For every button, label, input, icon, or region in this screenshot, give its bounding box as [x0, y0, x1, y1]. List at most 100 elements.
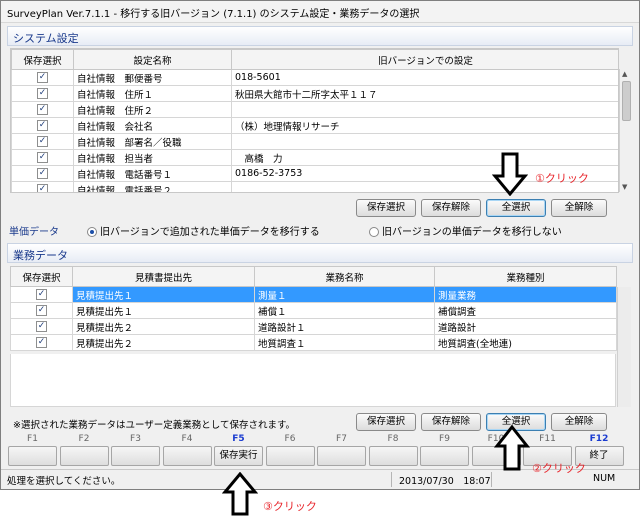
radio-unselected-icon[interactable] — [369, 227, 379, 237]
sys-save-select-button[interactable]: 保存選択 — [356, 199, 416, 217]
save-checkbox-cell[interactable]: ✓ — [11, 85, 74, 102]
scroll-down-icon[interactable]: ▼ — [622, 183, 627, 191]
business-type-cell: 道路設計 — [434, 318, 617, 335]
col-header-old-setting[interactable]: 旧バージョンでの設定 — [231, 49, 618, 70]
save-checkbox-cell[interactable]: ✓ — [11, 149, 74, 166]
fkey-button[interactable] — [368, 446, 418, 466]
fkey-f4[interactable]: F4 — [162, 433, 213, 467]
fkey-f8[interactable]: F8 — [368, 433, 419, 467]
business-table-empty-area — [10, 354, 616, 407]
radio-skip-label[interactable]: 旧バージョンの単価データを移行しない — [382, 227, 562, 238]
col-header-business-name[interactable]: 業務名称 — [254, 266, 435, 287]
table-row[interactable]: ✓ 見積提出先１ 補償１ 補償調査 — [10, 302, 617, 319]
save-checkbox-cell[interactable]: ✓ — [11, 133, 74, 150]
fkey-button[interactable] — [162, 446, 212, 466]
checkbox-checked-icon[interactable]: ✓ — [36, 305, 47, 316]
num-lock-indicator: NUM — [593, 473, 616, 484]
checkbox-checked-icon[interactable]: ✓ — [37, 184, 48, 192]
col-header-client[interactable]: 見積書提出先 — [72, 266, 255, 287]
checkbox-checked-icon[interactable]: ✓ — [37, 88, 48, 99]
fkey-button[interactable] — [265, 446, 315, 466]
status-separator — [491, 472, 492, 487]
sys-select-all-button[interactable]: 全選択 — [486, 199, 546, 217]
col-header-save[interactable]: 保存選択 — [11, 49, 74, 70]
save-checkbox-cell[interactable]: ✓ — [10, 302, 73, 319]
status-separator — [391, 472, 392, 487]
fkey-button[interactable] — [420, 446, 469, 466]
checkbox-checked-icon[interactable]: ✓ — [37, 120, 48, 131]
table-row[interactable]: ✓ 自社情報 部署名／役職 — [11, 133, 618, 150]
checkbox-checked-icon[interactable]: ✓ — [37, 104, 48, 115]
fkey-f1[interactable]: F1 — [7, 433, 58, 467]
checkbox-checked-icon[interactable]: ✓ — [37, 168, 48, 179]
business-type-cell: 地質調査(全地連) — [434, 334, 617, 351]
fkey-f3[interactable]: F3 — [110, 433, 161, 467]
fkey-label: F5 — [232, 434, 245, 444]
save-checkbox-cell[interactable]: ✓ — [11, 101, 74, 118]
table-row[interactable]: ✓ 見積提出先２ 地質調査１ 地質調査(全地連) — [10, 334, 617, 351]
system-settings-scrollbar[interactable]: ▲ ▼ — [619, 69, 633, 192]
save-checkbox-cell[interactable]: ✓ — [11, 69, 74, 86]
checkbox-checked-icon[interactable]: ✓ — [36, 289, 47, 300]
fkey-button[interactable] — [59, 446, 109, 466]
business-name-cell: 補償１ — [254, 302, 435, 319]
setting-name: 自社情報 会社名 — [73, 117, 232, 134]
save-checkbox-cell[interactable]: ✓ — [10, 318, 73, 335]
save-checkbox-cell[interactable]: ✓ — [11, 181, 74, 192]
radio-selected-icon[interactable] — [87, 227, 97, 237]
fkey-button[interactable] — [8, 446, 57, 466]
table-row[interactable]: ✓ 見積提出先２ 道路設計１ 道路設計 — [10, 318, 617, 335]
fkey-button[interactable] — [317, 446, 366, 466]
up-arrow-icon — [494, 425, 530, 471]
business-data-header: 業務データ — [7, 243, 633, 263]
fkey-button[interactable] — [111, 446, 160, 466]
annotation-click-2: ②クリック — [532, 462, 586, 475]
business-name-cell: 測量１ — [254, 286, 435, 303]
biz-clear-all-button[interactable]: 全解除 — [551, 413, 607, 431]
business-data-table: 保存選択 見積書提出先 業務名称 業務種別 ✓ 見積提出先１ 測量１ 測量業務 ✓ 見積提… — [10, 266, 617, 351]
fkey-label: F8 — [387, 434, 399, 444]
col-header-setting-name[interactable]: 設定名称 — [73, 49, 232, 70]
setting-value: 秋田県大館市十二所字太平１１７ — [231, 85, 618, 102]
business-data-scrollbar[interactable] — [617, 287, 631, 407]
setting-value: （株）地理情報リサーチ — [231, 117, 618, 134]
fkey-f2[interactable]: F2 — [59, 433, 110, 467]
fkey-label: F6 — [284, 434, 296, 444]
sys-clear-all-button[interactable]: 全解除 — [551, 199, 607, 217]
col-header-business-type[interactable]: 業務種別 — [434, 266, 617, 287]
checkbox-checked-icon[interactable]: ✓ — [37, 72, 48, 83]
radio-migrate-option[interactable]: 旧バージョンで追加された単価データを移行する — [87, 223, 320, 238]
fkey-label: F12 — [589, 434, 609, 444]
business-data-note: ※選択された業務データはユーザー定義業務として保存されます。 — [13, 420, 296, 431]
fkey-f6[interactable]: F6 — [265, 433, 316, 467]
table-row[interactable]: ✓ 見積提出先１ 測量１ 測量業務 — [10, 286, 617, 303]
scroll-thumb[interactable] — [622, 81, 631, 121]
fkey-label: F7 — [336, 434, 347, 444]
save-checkbox-cell[interactable]: ✓ — [11, 117, 74, 134]
scroll-up-icon[interactable]: ▲ — [622, 70, 627, 78]
table-row[interactable]: ✓ 自社情報 郵便番号 018-5601 — [11, 69, 618, 86]
checkbox-checked-icon[interactable]: ✓ — [36, 337, 47, 348]
fkey-f5[interactable]: F5 保存実行 — [213, 433, 264, 467]
save-checkbox-cell[interactable]: ✓ — [10, 286, 73, 303]
biz-save-clear-button[interactable]: 保存解除 — [421, 413, 481, 431]
fkey-f7[interactable]: F7 — [316, 433, 367, 467]
checkbox-checked-icon[interactable]: ✓ — [37, 136, 48, 147]
radio-migrate-label[interactable]: 旧バージョンで追加された単価データを移行する — [100, 227, 320, 238]
radio-skip-option[interactable]: 旧バージョンの単価データを移行しない — [369, 223, 562, 238]
table-row[interactable]: ✓ 自社情報 住所１ 秋田県大館市十二所字太平１１７ — [11, 85, 618, 102]
setting-value — [231, 101, 618, 118]
col-header-save[interactable]: 保存選択 — [10, 266, 73, 287]
table-row[interactable]: ✓ 自社情報 住所２ — [11, 101, 618, 118]
save-checkbox-cell[interactable]: ✓ — [10, 334, 73, 351]
fkey-f9[interactable]: F9 — [419, 433, 470, 467]
sys-save-clear-button[interactable]: 保存解除 — [421, 199, 481, 217]
save-checkbox-cell[interactable]: ✓ — [11, 165, 74, 182]
biz-save-select-button[interactable]: 保存選択 — [356, 413, 416, 431]
checkbox-checked-icon[interactable]: ✓ — [37, 152, 48, 163]
fkey-button[interactable]: 保存実行 — [214, 446, 263, 466]
table-row[interactable]: ✓ 自社情報 会社名 （株）地理情報リサーチ — [11, 117, 618, 134]
up-arrow-icon — [222, 472, 258, 516]
fkey-label: F9 — [439, 434, 450, 444]
checkbox-checked-icon[interactable]: ✓ — [36, 321, 47, 332]
